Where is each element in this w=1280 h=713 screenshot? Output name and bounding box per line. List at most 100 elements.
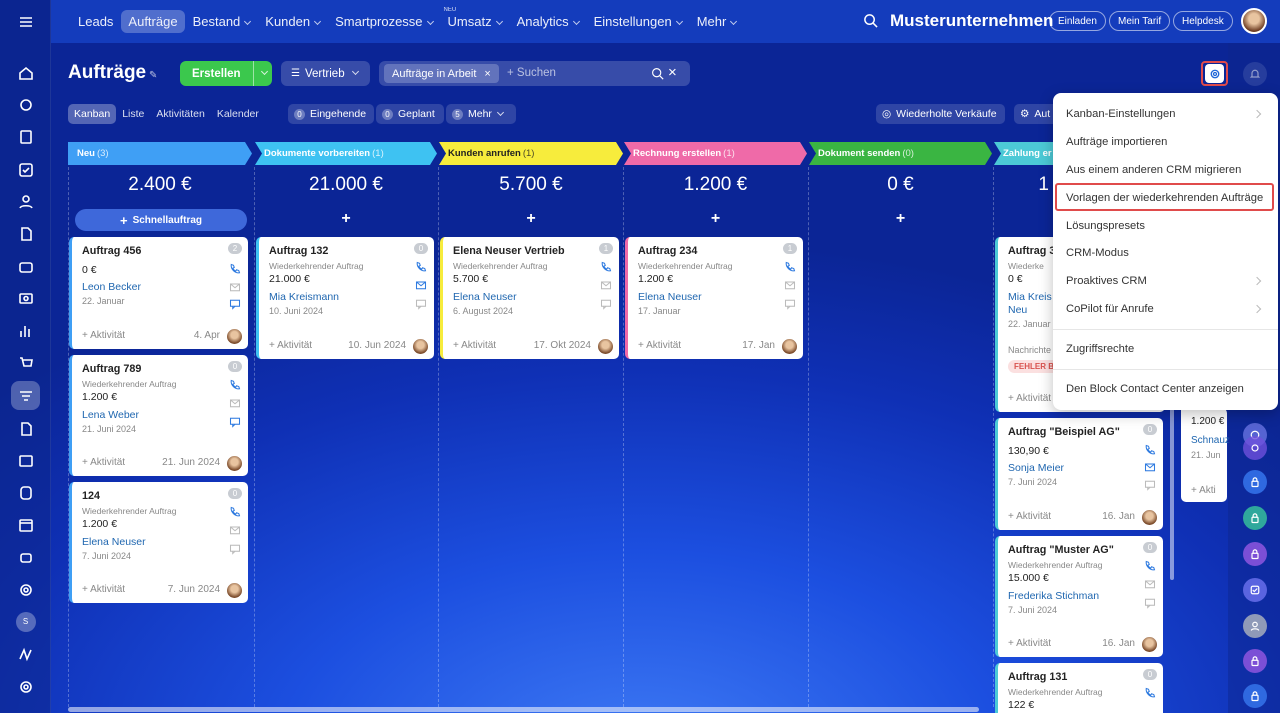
lock-icon[interactable]	[1243, 649, 1267, 673]
stage-header[interactable]: Kunden anrufen (1)	[439, 142, 623, 165]
add-deal-button[interactable]: +	[624, 210, 807, 228]
tab-kanban[interactable]: Kanban	[68, 104, 117, 124]
tab-aktivitaeten[interactable]: Aktivitäten	[150, 104, 210, 124]
stage-header[interactable]: Rechnung erstellen (1)	[624, 142, 807, 165]
menu-icon[interactable]	[12, 8, 39, 35]
add-activity-link[interactable]: + Aktivität	[82, 457, 125, 468]
card-contact[interactable]: Mia Kreismann	[269, 291, 339, 303]
card-title[interactable]: Auftrag 234	[638, 245, 697, 257]
add-activity-link[interactable]: + Aktivität	[453, 340, 496, 351]
recurring-sales-button[interactable]: ◎ Wiederholte Verkäufe	[876, 104, 1005, 124]
card-title[interactable]: Auftrag "Beispiel AG"	[1008, 426, 1120, 438]
mail-icon[interactable]	[1144, 578, 1156, 590]
kanban-settings-button[interactable]	[1201, 61, 1228, 86]
mail-icon[interactable]	[229, 281, 241, 293]
inbox-icon[interactable]	[12, 253, 39, 280]
pin-icon[interactable]: ✎	[149, 70, 157, 81]
avatar[interactable]	[227, 329, 242, 344]
target-icon[interactable]	[12, 576, 39, 603]
quick-add-button[interactable]: + Schnellauftrag	[75, 209, 247, 231]
nav-mehr[interactable]: Mehr	[690, 10, 744, 33]
nav-smartprozesse[interactable]: Smartprozesse	[328, 10, 439, 33]
feed-icon[interactable]	[12, 91, 39, 118]
files-icon[interactable]	[12, 220, 39, 247]
card-title[interactable]: 124	[82, 490, 100, 502]
card-contact[interactable]: Frederika Stichman	[1008, 590, 1099, 602]
menu-item-copilot-calls[interactable]: CoPilot für Anrufe	[1066, 303, 1154, 315]
card-title[interactable]: Auftrag 132	[269, 245, 328, 257]
deal-card[interactable]: Auftrag "Beispiel AG" 0 130,90 € Sonja M…	[995, 418, 1163, 530]
add-activity-link[interactable]: + Aktivität	[1008, 511, 1051, 522]
avatar[interactable]	[1142, 510, 1157, 525]
nav-einstellungen[interactable]: Einstellungen	[587, 10, 689, 33]
clear-icon[interactable]: ×	[668, 64, 677, 81]
add-activity-link[interactable]: + Aktivität	[82, 330, 125, 341]
phone-icon[interactable]	[1144, 560, 1156, 572]
card-title[interactable]: Auftrag 456	[82, 245, 141, 257]
chat-icon[interactable]	[229, 298, 241, 310]
add-deal-button[interactable]: +	[439, 210, 623, 228]
card-contact-line2[interactable]: Neu	[1008, 304, 1027, 316]
cart-icon[interactable]	[12, 349, 39, 376]
chat-icon[interactable]	[229, 543, 241, 555]
search-input[interactable]: Aufträge in Arbeit × + Suchen ×	[379, 61, 690, 86]
chat-icon[interactable]	[229, 416, 241, 428]
avatar[interactable]	[598, 339, 613, 354]
close-icon[interactable]: ×	[484, 68, 490, 80]
card-title[interactable]: Auftrag "Muster AG"	[1008, 544, 1114, 556]
deal-card-partial[interactable]: 1.200 € Schnauz 21. Jun + Akti	[1181, 408, 1230, 502]
deal-card[interactable]: Auftrag 234 Wiederkehrender Auftrag 1 1.…	[625, 237, 803, 359]
menu-item-recurring-templates[interactable]: Vorlagen der wiederkehrenden Aufträge	[1066, 192, 1263, 204]
market-icon[interactable]	[12, 640, 39, 667]
nav-analytics[interactable]: Analytics	[510, 10, 586, 33]
menu-item-migrate[interactable]: Aus einem anderen CRM migrieren	[1066, 164, 1241, 176]
card-contact[interactable]: Mia Kreis	[1008, 291, 1052, 303]
card-title[interactable]: Auftrag 131	[1008, 671, 1067, 683]
more-counter[interactable]: 5 Mehr	[446, 104, 516, 124]
avatar[interactable]	[413, 339, 428, 354]
menu-item-solution-presets[interactable]: Lösungspresets	[1066, 220, 1145, 232]
sign-icon[interactable]	[12, 415, 39, 442]
crm-icon[interactable]	[11, 381, 40, 410]
phone-icon[interactable]	[1144, 444, 1156, 456]
lock-icon[interactable]	[1243, 684, 1267, 708]
card-title[interactable]: Elena Neuser Vertrieb	[453, 245, 565, 257]
add-activity-link[interactable]: + Aktivität	[82, 584, 125, 595]
phone-icon[interactable]	[229, 263, 241, 275]
phone-icon[interactable]	[784, 261, 796, 273]
stage-header[interactable]: Dokumente vorbereiten (1)	[255, 142, 437, 165]
chat-icon[interactable]	[784, 298, 796, 310]
nav-umsatz[interactable]: NEU Umsatz	[441, 7, 509, 33]
phone-icon[interactable]	[600, 261, 612, 273]
deal-card[interactable]: 124 Wiederkehrender Auftrag 0 1.200 € El…	[69, 482, 248, 603]
mail-icon[interactable]	[1144, 461, 1156, 473]
stage-header[interactable]: Dokument senden (0)	[809, 142, 992, 165]
shop-icon[interactable]	[12, 479, 39, 506]
lock-icon[interactable]	[1243, 506, 1267, 530]
card-contact[interactable]: Schnauz	[1191, 435, 1230, 446]
analytics-icon[interactable]	[12, 317, 39, 344]
pipeline-select[interactable]: ☰ Vertrieb	[281, 61, 370, 86]
stage-header[interactable]: Zahlung er	[994, 142, 1054, 165]
nav-leads[interactable]: Leads	[71, 10, 120, 33]
mail-icon[interactable]	[784, 279, 796, 291]
card-contact[interactable]: Elena Neuser	[638, 291, 702, 303]
phone-icon[interactable]	[229, 379, 241, 391]
lock-icon[interactable]	[1243, 542, 1267, 566]
add-deal-button[interactable]: +	[809, 210, 992, 228]
deal-card[interactable]: Auftrag 456 2 0 € Leon Becker 22. Januar…	[69, 237, 248, 349]
mail-icon[interactable]	[600, 279, 612, 291]
incoming-counter[interactable]: 0 Eingehende	[288, 104, 374, 124]
contacts-icon[interactable]	[12, 188, 39, 215]
nav-kunden[interactable]: Kunden	[258, 10, 327, 33]
user-avatar[interactable]	[1241, 8, 1267, 34]
phone-icon[interactable]	[415, 261, 427, 273]
card-contact[interactable]: Elena Neuser	[82, 536, 146, 548]
avatar[interactable]	[782, 339, 797, 354]
deal-card[interactable]: Auftrag 131 Wiederkehrender Auftrag 0 12…	[995, 663, 1163, 713]
stage-header[interactable]: Neu (3)	[68, 142, 252, 165]
add-deal-button[interactable]: +	[255, 210, 437, 228]
card-contact[interactable]: Sonja Meier	[1008, 462, 1064, 474]
tasks-icon[interactable]	[12, 156, 39, 183]
add-activity-link[interactable]: + Aktivität	[269, 340, 312, 351]
